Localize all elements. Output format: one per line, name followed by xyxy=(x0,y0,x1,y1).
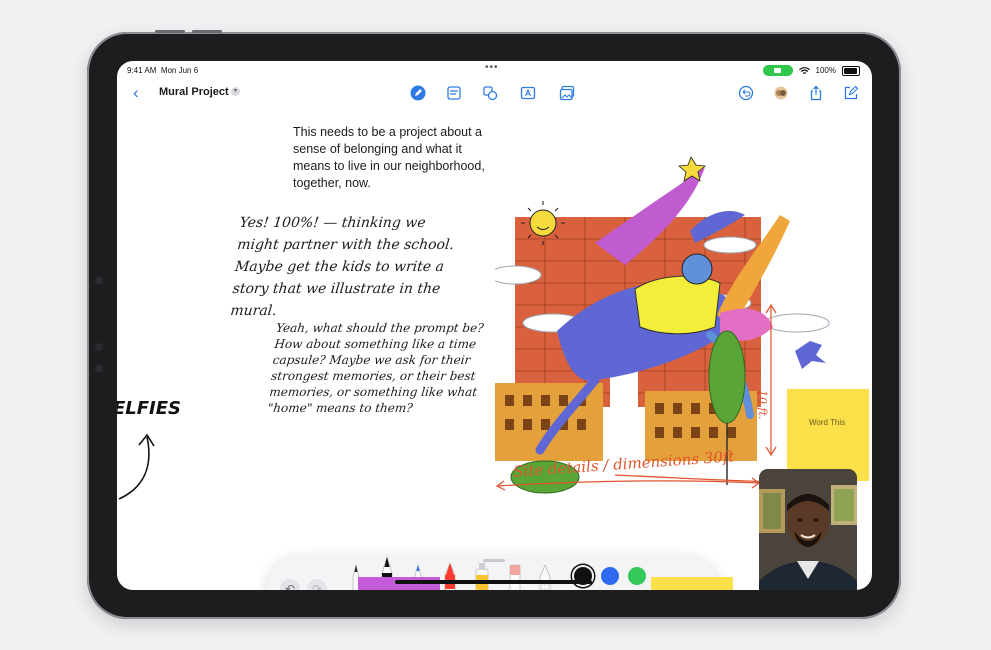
board-title[interactable]: Mural Project xyxy=(159,86,229,98)
wifi-icon xyxy=(798,66,810,74)
new-board-icon[interactable] xyxy=(842,84,860,102)
status-right: 100% xyxy=(762,65,860,76)
status-bar: 9:41 AM Mon Jun 6 ••• 100% xyxy=(117,61,872,81)
volume-button xyxy=(155,30,185,33)
board-canvas[interactable]: This needs to be a project about a sense… xyxy=(117,107,872,590)
sticky-note-icon[interactable] xyxy=(445,84,463,102)
handwritten-height-note[interactable]: 10 ft. xyxy=(756,390,769,419)
battery-icon xyxy=(842,65,860,76)
fill-tool[interactable] xyxy=(473,561,491,590)
status-time: 9:41 AM Mon Jun 6 xyxy=(127,66,199,75)
back-chevron-icon[interactable]: ‹ xyxy=(133,83,139,103)
screen: 9:41 AM Mon Jun 6 ••• 100% ‹ Mural Proje… xyxy=(117,61,872,590)
home-indicator[interactable] xyxy=(395,580,592,584)
sticky-note-text: Word This xyxy=(809,418,846,427)
handwritten-selfies-label[interactable]: ELFIES xyxy=(117,398,181,419)
crayon-tool[interactable] xyxy=(442,561,458,590)
media-icon[interactable] xyxy=(558,84,576,102)
redo-icon[interactable]: ↷ xyxy=(307,579,327,590)
facetime-video-tile[interactable] xyxy=(759,469,857,590)
undo-history-icon[interactable] xyxy=(737,84,755,102)
lasso-tool[interactable] xyxy=(537,563,553,590)
dimension-arrow-icon xyxy=(495,477,761,491)
sensor xyxy=(95,365,103,373)
share-icon[interactable] xyxy=(807,84,825,102)
color-swatch-blue[interactable] xyxy=(601,567,619,585)
sticky-note[interactable] xyxy=(787,389,869,481)
handwritten-note[interactable]: Yes! 100%! — thinking we might partner w… xyxy=(229,212,471,322)
color-swatch-green[interactable] xyxy=(628,567,646,585)
toolbar: ‹ Mural Project ▾ xyxy=(117,81,872,107)
power-button xyxy=(192,30,222,33)
handwritten-note[interactable]: Yeah, what should the prompt be? How abo… xyxy=(267,320,497,416)
sensor xyxy=(95,343,103,351)
undo-icon[interactable]: ↶ xyxy=(280,579,300,590)
facetime-indicator-icon[interactable] xyxy=(762,65,793,76)
front-camera xyxy=(95,277,103,285)
text-box-icon[interactable] xyxy=(519,84,537,102)
battery-percent: 100% xyxy=(815,66,836,75)
sticky-note[interactable] xyxy=(651,577,733,590)
collaborators-icon[interactable] xyxy=(772,84,790,102)
typed-note[interactable]: This needs to be a project about a sense… xyxy=(293,124,493,192)
multitasking-dots[interactable]: ••• xyxy=(485,62,499,73)
shapes-icon[interactable] xyxy=(481,84,499,102)
pen-tool-icon[interactable] xyxy=(409,84,427,102)
eraser-tool[interactable] xyxy=(507,563,523,590)
participant-video xyxy=(759,469,857,590)
handwritten-arrow-icon xyxy=(118,433,155,500)
title-menu-chevron-icon[interactable]: ▾ xyxy=(231,87,240,96)
